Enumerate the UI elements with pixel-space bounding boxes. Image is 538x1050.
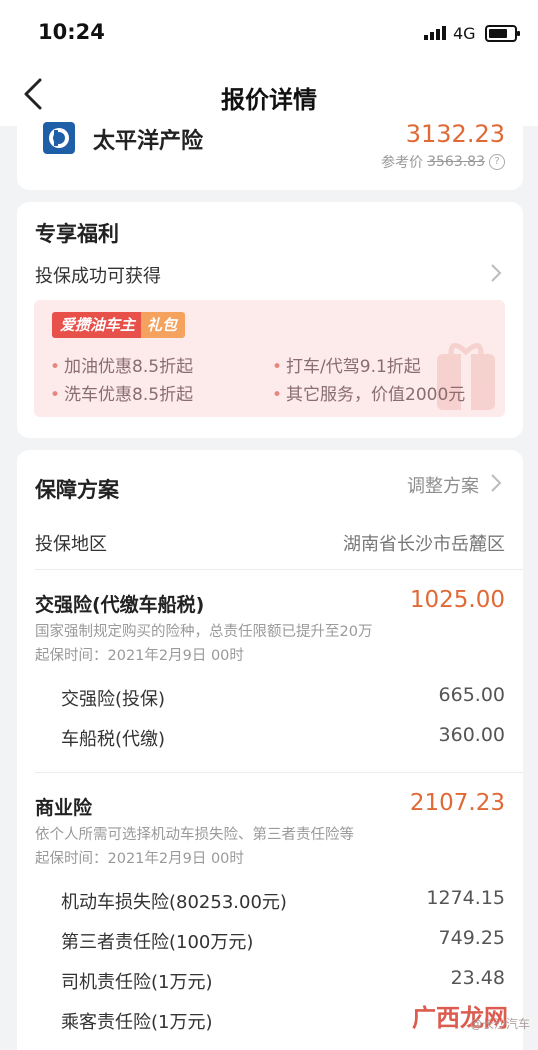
divider	[35, 569, 523, 570]
page-title: 报价详情	[221, 86, 317, 114]
reference-price-value: 3563.83	[427, 154, 485, 170]
help-icon[interactable]: ?	[489, 154, 505, 170]
battery-icon	[485, 25, 520, 42]
quote-card[interactable]: 太平洋产险 3132.23 参考价 3563.83 ?	[17, 120, 523, 190]
benefit-item: 加油优惠8.5折起	[50, 352, 193, 377]
coverage-item-label: 车船税(代缴)	[61, 729, 166, 750]
gift-pack-tag-sub: 礼包	[141, 312, 186, 338]
coverage-item-value: 1274.15	[426, 887, 505, 909]
coverage-item-value: 23.48	[450, 967, 505, 989]
insurer-logo-icon	[43, 122, 75, 154]
nav-bar: 报价详情	[0, 62, 538, 126]
status-bar: 10:24 4G	[0, 0, 538, 62]
benefits-card: 专享福利 投保成功可获得 爱攒油车主 礼包 加油优惠8.5折起 打车/代驾9.1…	[17, 202, 523, 438]
benefit-item: 洗车优惠8.5折起	[50, 380, 193, 405]
benefits-title: 专享福利	[35, 222, 119, 246]
commercial-note: 依个人所需可选择机动车损失险、第三者责任险等	[35, 827, 354, 843]
commercial-title: 商业险	[35, 797, 93, 819]
coverage-item-label: 机动车损失险(80253.00元)	[61, 892, 287, 913]
watermark-sub: @长沙汽车	[470, 1017, 531, 1031]
gift-pack-tag: 爱攒油车主 礼包	[52, 312, 186, 338]
status-time: 10:24	[38, 20, 105, 44]
commercial-amount: 2107.23	[409, 790, 505, 816]
benefits-subtitle: 投保成功可获得	[35, 266, 161, 287]
adjust-plan-link[interactable]: 调整方案	[407, 472, 479, 498]
divider	[35, 772, 523, 773]
coverage-item-label: 第三者责任险(100万元)	[61, 932, 254, 953]
total-premium: 3132.23	[405, 120, 505, 148]
plan-card: 保障方案 调整方案 投保地区 湖南省长沙市岳麓区 交强险(代缴车船税) 1025…	[17, 450, 523, 1050]
compulsory-amount: 1025.00	[409, 587, 505, 613]
compulsory-title: 交强险(代缴车船税)	[35, 594, 205, 616]
plan-title: 保障方案	[35, 478, 119, 502]
compulsory-note: 国家强制规定购买的险种，总责任限额已提升至20万	[35, 624, 373, 640]
benefit-item: 打车/代驾9.1折起	[272, 352, 421, 377]
chevron-right-icon[interactable]	[489, 472, 503, 494]
reference-price-label: 参考价	[381, 155, 424, 171]
chevron-right-icon[interactable]	[489, 262, 503, 284]
coverage-item-label: 乘客责任险(1万元)	[61, 1012, 213, 1033]
benefit-item: 其它服务，价值2000元	[272, 380, 465, 405]
coverage-item-value: 360.00	[438, 724, 505, 746]
region-value: 湖南省长沙市岳麓区	[343, 534, 505, 555]
commercial-start-time: 起保时间：2021年2月9日 00时	[35, 851, 244, 867]
coverage-item-value: 665.00	[438, 684, 505, 706]
coverage-item-value: 749.25	[438, 927, 505, 949]
reference-price: 参考价 3563.83 ?	[381, 152, 505, 172]
network-label: 4G	[453, 24, 476, 43]
gift-pack-tag-main: 爱攒油车主	[52, 312, 142, 338]
insurer-name: 太平洋产险	[93, 129, 204, 154]
coverage-item-label: 交强险(投保)	[61, 689, 166, 710]
gift-pack-banner[interactable]: 爱攒油车主 礼包 加油优惠8.5折起 打车/代驾9.1折起 洗车优惠8.5折起 …	[34, 300, 505, 417]
signal-icon	[424, 26, 446, 40]
region-label: 投保地区	[35, 534, 107, 555]
compulsory-start-time: 起保时间：2021年2月9日 00时	[35, 648, 244, 664]
coverage-item-label: 司机责任险(1万元)	[61, 972, 213, 993]
